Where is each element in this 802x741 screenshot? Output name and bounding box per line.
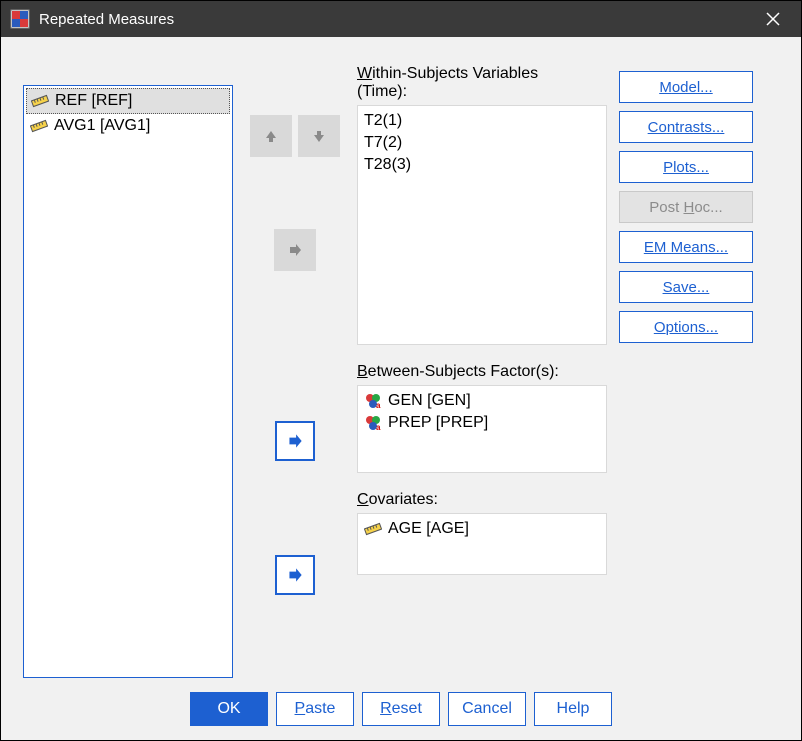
source-item-label: AVG1 [AVG1] xyxy=(54,117,150,135)
dialog-content: REF [REF] AVG1 [AVG1] xyxy=(1,37,801,740)
between-subjects-list[interactable]: a GEN [GEN] a PREP [PREP] xyxy=(357,385,607,473)
svg-text:a: a xyxy=(376,423,381,432)
cancel-button[interactable]: Cancel xyxy=(448,692,526,726)
between-subjects-group: Between-Subjects Factor(s): a GEN [GEN] … xyxy=(357,363,607,473)
between-subjects-label: Between-Subjects Factor(s): xyxy=(357,363,607,381)
source-item[interactable]: REF [REF] xyxy=(26,88,230,114)
source-variable-list[interactable]: REF [REF] AVG1 [AVG1] xyxy=(23,85,233,678)
svg-text:a: a xyxy=(376,401,381,410)
arrow-right-icon xyxy=(285,565,305,585)
save-button[interactable]: Save... xyxy=(619,271,753,303)
help-button[interactable]: Help xyxy=(534,692,612,726)
list-item[interactable]: T7(2) xyxy=(364,132,600,154)
source-item-label: REF [REF] xyxy=(55,92,132,110)
transfer-buttons-column xyxy=(245,65,345,678)
paste-button[interactable]: Paste xyxy=(276,692,354,726)
reset-button[interactable]: Reset xyxy=(362,692,440,726)
model-button[interactable]: Model... xyxy=(619,71,753,103)
options-button[interactable]: Options... xyxy=(619,311,753,343)
list-item-label: AGE [AGE] xyxy=(388,520,469,538)
within-subjects-label: Within-Subjects Variables (Time): xyxy=(357,65,607,101)
move-down-button[interactable] xyxy=(298,115,340,157)
within-subjects-group: Within-Subjects Variables (Time): T2(1) … xyxy=(357,65,607,345)
arrow-up-icon xyxy=(262,127,280,145)
close-button[interactable] xyxy=(753,1,793,37)
list-item-label: PREP [PREP] xyxy=(388,414,488,432)
list-item[interactable]: T2(1) xyxy=(364,110,600,132)
source-item[interactable]: AVG1 [AVG1] xyxy=(26,114,230,138)
list-item[interactable]: T28(3) xyxy=(364,154,600,176)
targets-column: Within-Subjects Variables (Time): T2(1) … xyxy=(357,65,607,678)
nominal-icon: a xyxy=(364,414,382,432)
move-to-within-button[interactable] xyxy=(274,229,316,271)
ok-button[interactable]: OK xyxy=(190,692,268,726)
list-item[interactable]: AGE [AGE] xyxy=(364,518,600,540)
list-item[interactable]: a PREP [PREP] xyxy=(364,412,600,434)
covariates-group: Covariates: AGE [AGE] xyxy=(357,491,607,575)
contrasts-button[interactable]: Contrasts... xyxy=(619,111,753,143)
window-title: Repeated Measures xyxy=(39,11,753,28)
bottom-button-bar: OK Paste Reset Cancel Help xyxy=(23,678,779,726)
list-item-label: GEN [GEN] xyxy=(388,392,471,410)
move-to-covariates-button[interactable] xyxy=(275,555,315,595)
covariates-list[interactable]: AGE [AGE] xyxy=(357,513,607,575)
main-row: REF [REF] AVG1 [AVG1] xyxy=(23,65,779,678)
move-up-button[interactable] xyxy=(250,115,292,157)
repeated-measures-dialog: Repeated Measures REF [REF] xyxy=(0,0,802,741)
move-to-between-button[interactable] xyxy=(275,421,315,461)
arrow-down-icon xyxy=(310,127,328,145)
em-means-button[interactable]: EM Means... xyxy=(619,231,753,263)
scale-icon xyxy=(364,520,382,538)
titlebar: Repeated Measures xyxy=(1,1,801,37)
covariates-label: Covariates: xyxy=(357,491,607,509)
arrow-right-icon xyxy=(285,431,305,451)
side-buttons: Model... Contrasts... Plots... Post Hoc.… xyxy=(619,65,753,678)
close-icon xyxy=(766,12,780,26)
nominal-icon: a xyxy=(364,392,382,410)
scale-icon xyxy=(31,92,49,110)
list-item[interactable]: a GEN [GEN] xyxy=(364,390,600,412)
posthoc-button: Post Hoc... xyxy=(619,191,753,223)
scale-icon xyxy=(30,117,48,135)
within-subjects-list[interactable]: T2(1) T7(2) T28(3) xyxy=(357,105,607,345)
plots-button[interactable]: Plots... xyxy=(619,151,753,183)
arrow-right-icon xyxy=(286,241,304,259)
app-icon xyxy=(9,8,31,30)
